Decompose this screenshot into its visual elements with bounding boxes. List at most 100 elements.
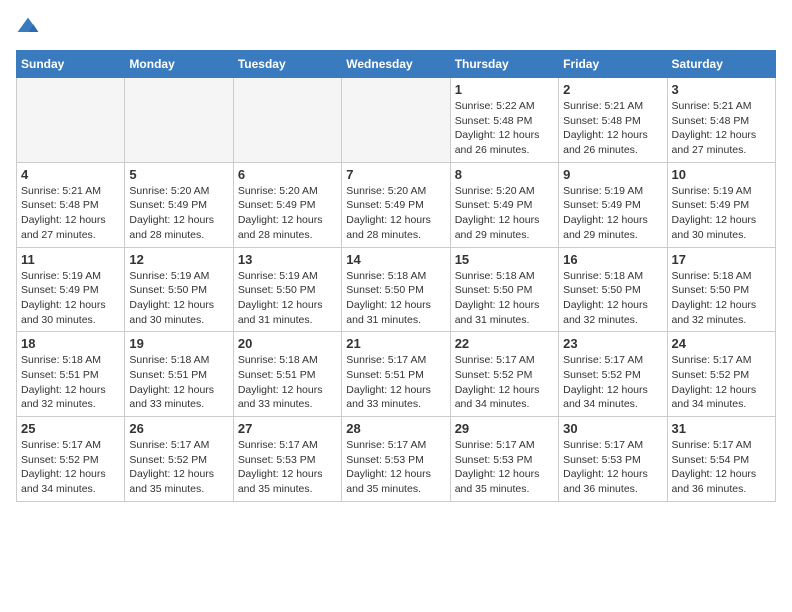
calendar-week-row: 25Sunrise: 5:17 AM Sunset: 5:52 PM Dayli… — [17, 417, 776, 502]
calendar-cell: 7 Sunrise: 5:20 AM Sunset: 5:49 PM Daylig… — [342, 162, 450, 247]
day-info: Sunrise: 5:18 AM Sunset: 5:51 PM Dayligh… — [21, 353, 120, 412]
day-info: Sunrise: 5:18 AM Sunset: 5:51 PM Dayligh… — [238, 353, 337, 412]
day-number: 18 — [21, 336, 120, 351]
day-number: 31 — [672, 421, 771, 436]
calendar-cell: 28 Sunrise: 5:17 AM Sunset: 5:53 PM Dayli… — [342, 417, 450, 502]
day-info: Sunrise: 5:21 AM Sunset: 5:48 PM Dayligh… — [672, 99, 771, 158]
page-header — [16, 16, 776, 40]
day-number: 2 — [563, 82, 662, 97]
calendar-cell: 27 Sunrise: 5:17 AM Sunset: 5:53 PM Dayli… — [233, 417, 341, 502]
calendar-cell: 4 Sunrise: 5:21 AM Sunset: 5:48 PM Daylig… — [17, 162, 125, 247]
calendar-cell: 24Sunrise: 5:17 AM Sunset: 5:52 PM Dayli… — [667, 332, 775, 417]
calendar-cell: 13 Sunrise: 5:19 AM Sunset: 5:50 PM Dayli… — [233, 247, 341, 332]
day-info: Sunrise: 5:17 AM Sunset: 5:53 PM Dayligh… — [346, 438, 445, 497]
day-info: Sunrise: 5:17 AM Sunset: 5:52 PM Dayligh… — [455, 353, 554, 412]
calendar-cell: 20Sunrise: 5:18 AM Sunset: 5:51 PM Dayli… — [233, 332, 341, 417]
logo — [16, 16, 44, 40]
day-info: Sunrise: 5:18 AM Sunset: 5:50 PM Dayligh… — [455, 269, 554, 328]
day-info: Sunrise: 5:17 AM Sunset: 5:51 PM Dayligh… — [346, 353, 445, 412]
calendar-cell — [17, 78, 125, 163]
day-info: Sunrise: 5:20 AM Sunset: 5:49 PM Dayligh… — [238, 184, 337, 243]
calendar-cell: 26 Sunrise: 5:17 AM Sunset: 5:52 PM Dayli… — [125, 417, 233, 502]
calendar-cell — [342, 78, 450, 163]
day-number: 8 — [455, 167, 554, 182]
calendar-cell — [125, 78, 233, 163]
calendar-cell: 14Sunrise: 5:18 AM Sunset: 5:50 PM Dayli… — [342, 247, 450, 332]
day-number: 30 — [563, 421, 662, 436]
day-number: 7 — [346, 167, 445, 182]
day-number: 29 — [455, 421, 554, 436]
calendar-cell: 8 Sunrise: 5:20 AM Sunset: 5:49 PM Daylig… — [450, 162, 558, 247]
calendar-cell: 22 Sunrise: 5:17 AM Sunset: 5:52 PM Dayli… — [450, 332, 558, 417]
day-header-monday: Monday — [125, 51, 233, 78]
calendar-cell: 30Sunrise: 5:17 AM Sunset: 5:53 PM Dayli… — [559, 417, 667, 502]
calendar-cell: 3Sunrise: 5:21 AM Sunset: 5:48 PM Daylig… — [667, 78, 775, 163]
calendar-cell: 1 Sunrise: 5:22 AM Sunset: 5:48 PM Daylig… — [450, 78, 558, 163]
calendar-week-row: 4 Sunrise: 5:21 AM Sunset: 5:48 PM Daylig… — [17, 162, 776, 247]
day-info: Sunrise: 5:17 AM Sunset: 5:54 PM Dayligh… — [672, 438, 771, 497]
calendar-cell: 23Sunrise: 5:17 AM Sunset: 5:52 PM Dayli… — [559, 332, 667, 417]
day-header-thursday: Thursday — [450, 51, 558, 78]
logo-icon — [16, 16, 40, 40]
day-number: 12 — [129, 252, 228, 267]
day-info: Sunrise: 5:18 AM Sunset: 5:51 PM Dayligh… — [129, 353, 228, 412]
calendar-cell: 10 Sunrise: 5:19 AM Sunset: 5:49 PM Dayli… — [667, 162, 775, 247]
day-number: 22 — [455, 336, 554, 351]
calendar-cell: 11 Sunrise: 5:19 AM Sunset: 5:49 PM Dayli… — [17, 247, 125, 332]
day-number: 1 — [455, 82, 554, 97]
day-number: 27 — [238, 421, 337, 436]
day-number: 4 — [21, 167, 120, 182]
day-number: 26 — [129, 421, 228, 436]
calendar-cell — [233, 78, 341, 163]
calendar-cell: 18 Sunrise: 5:18 AM Sunset: 5:51 PM Dayli… — [17, 332, 125, 417]
day-info: Sunrise: 5:18 AM Sunset: 5:50 PM Dayligh… — [672, 269, 771, 328]
calendar-cell: 15 Sunrise: 5:18 AM Sunset: 5:50 PM Dayli… — [450, 247, 558, 332]
calendar-cell: 16Sunrise: 5:18 AM Sunset: 5:50 PM Dayli… — [559, 247, 667, 332]
day-info: Sunrise: 5:19 AM Sunset: 5:50 PM Dayligh… — [129, 269, 228, 328]
day-number: 28 — [346, 421, 445, 436]
day-info: Sunrise: 5:19 AM Sunset: 5:50 PM Dayligh… — [238, 269, 337, 328]
day-header-tuesday: Tuesday — [233, 51, 341, 78]
day-info: Sunrise: 5:20 AM Sunset: 5:49 PM Dayligh… — [129, 184, 228, 243]
day-info: Sunrise: 5:20 AM Sunset: 5:49 PM Dayligh… — [346, 184, 445, 243]
day-info: Sunrise: 5:20 AM Sunset: 5:49 PM Dayligh… — [455, 184, 554, 243]
calendar-week-row: 11 Sunrise: 5:19 AM Sunset: 5:49 PM Dayli… — [17, 247, 776, 332]
day-header-saturday: Saturday — [667, 51, 775, 78]
day-number: 5 — [129, 167, 228, 182]
day-number: 21 — [346, 336, 445, 351]
calendar-week-row: 1 Sunrise: 5:22 AM Sunset: 5:48 PM Daylig… — [17, 78, 776, 163]
calendar-cell: 9 Sunrise: 5:19 AM Sunset: 5:49 PM Daylig… — [559, 162, 667, 247]
calendar-cell: 19Sunrise: 5:18 AM Sunset: 5:51 PM Dayli… — [125, 332, 233, 417]
calendar-cell: 12 Sunrise: 5:19 AM Sunset: 5:50 PM Dayli… — [125, 247, 233, 332]
day-info: Sunrise: 5:17 AM Sunset: 5:52 PM Dayligh… — [21, 438, 120, 497]
day-number: 9 — [563, 167, 662, 182]
calendar-cell: 31 Sunrise: 5:17 AM Sunset: 5:54 PM Dayli… — [667, 417, 775, 502]
day-info: Sunrise: 5:21 AM Sunset: 5:48 PM Dayligh… — [21, 184, 120, 243]
calendar-cell: 5 Sunrise: 5:20 AM Sunset: 5:49 PM Daylig… — [125, 162, 233, 247]
day-info: Sunrise: 5:19 AM Sunset: 5:49 PM Dayligh… — [21, 269, 120, 328]
calendar-cell: 17 Sunrise: 5:18 AM Sunset: 5:50 PM Dayli… — [667, 247, 775, 332]
day-info: Sunrise: 5:18 AM Sunset: 5:50 PM Dayligh… — [346, 269, 445, 328]
day-number: 17 — [672, 252, 771, 267]
calendar-table: SundayMondayTuesdayWednesdayThursdayFrid… — [16, 50, 776, 502]
calendar-cell: 29Sunrise: 5:17 AM Sunset: 5:53 PM Dayli… — [450, 417, 558, 502]
day-info: Sunrise: 5:22 AM Sunset: 5:48 PM Dayligh… — [455, 99, 554, 158]
calendar-cell: 6Sunrise: 5:20 AM Sunset: 5:49 PM Daylig… — [233, 162, 341, 247]
day-info: Sunrise: 5:19 AM Sunset: 5:49 PM Dayligh… — [563, 184, 662, 243]
day-info: Sunrise: 5:17 AM Sunset: 5:52 PM Dayligh… — [129, 438, 228, 497]
calendar-week-row: 18 Sunrise: 5:18 AM Sunset: 5:51 PM Dayli… — [17, 332, 776, 417]
day-number: 15 — [455, 252, 554, 267]
day-info: Sunrise: 5:17 AM Sunset: 5:53 PM Dayligh… — [238, 438, 337, 497]
day-info: Sunrise: 5:17 AM Sunset: 5:52 PM Dayligh… — [563, 353, 662, 412]
day-number: 11 — [21, 252, 120, 267]
day-info: Sunrise: 5:17 AM Sunset: 5:52 PM Dayligh… — [672, 353, 771, 412]
day-header-wednesday: Wednesday — [342, 51, 450, 78]
day-number: 10 — [672, 167, 771, 182]
day-header-sunday: Sunday — [17, 51, 125, 78]
day-header-friday: Friday — [559, 51, 667, 78]
day-info: Sunrise: 5:21 AM Sunset: 5:48 PM Dayligh… — [563, 99, 662, 158]
calendar-cell: 21 Sunrise: 5:17 AM Sunset: 5:51 PM Dayli… — [342, 332, 450, 417]
day-number: 13 — [238, 252, 337, 267]
calendar-header-row: SundayMondayTuesdayWednesdayThursdayFrid… — [17, 51, 776, 78]
day-info: Sunrise: 5:19 AM Sunset: 5:49 PM Dayligh… — [672, 184, 771, 243]
